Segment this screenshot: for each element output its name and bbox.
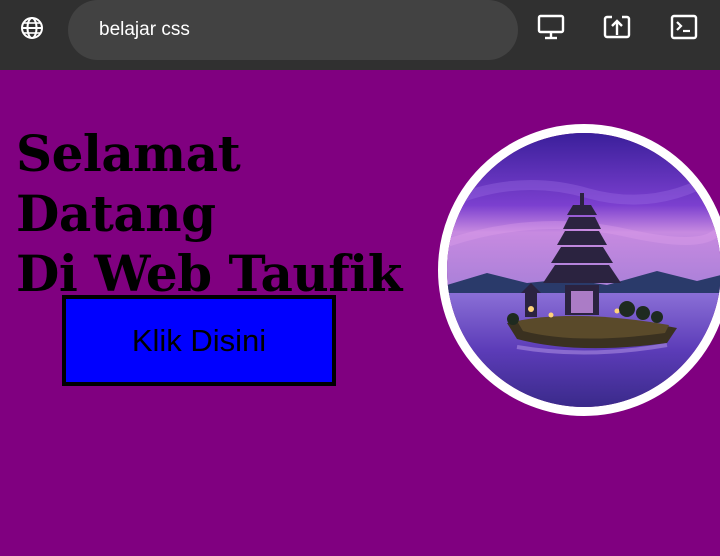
site-info-button[interactable] [16, 14, 48, 46]
address-text: belajar css [99, 19, 190, 40]
welcome-heading: Selamat Datang Di Web Taufik [16, 124, 436, 304]
address-bar[interactable]: belajar css [68, 0, 518, 60]
desktop-view-button[interactable] [535, 13, 567, 45]
temple-photo [438, 124, 720, 416]
monitor-icon [537, 14, 565, 44]
terminal-icon [670, 14, 698, 44]
globe-icon [19, 15, 45, 45]
share-button[interactable] [601, 13, 633, 45]
welcome-line-1: Selamat Datang [16, 124, 241, 243]
devtools-button[interactable] [668, 13, 700, 45]
click-here-button[interactable]: Klik Disini [62, 295, 336, 386]
share-icon [603, 14, 631, 44]
browser-toolbar: belajar css [0, 0, 720, 70]
